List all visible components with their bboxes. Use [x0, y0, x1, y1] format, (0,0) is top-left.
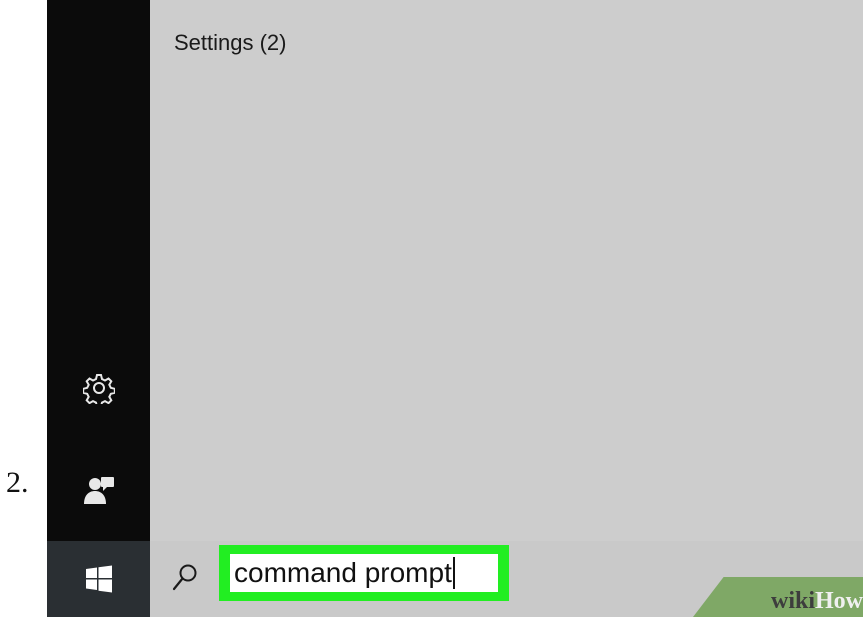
text-caret [452, 557, 455, 589]
search-icon [172, 564, 197, 591]
taskbar-search-box[interactable]: command prompt wikiHow [150, 541, 863, 617]
wikihow-watermark: wikiHow [771, 588, 863, 615]
search-highlight: command prompt [219, 545, 509, 601]
search-input-text: command prompt [234, 557, 452, 588]
account-button[interactable] [47, 460, 150, 520]
settings-button[interactable] [47, 358, 150, 418]
gear-icon [82, 374, 115, 404]
start-button[interactable] [47, 541, 150, 617]
results-group-header: Settings (2) [174, 30, 287, 55]
watermark-how: How [815, 588, 863, 614]
step-number: 2. [6, 466, 29, 499]
search-input[interactable]: command prompt [230, 554, 498, 592]
windows-logo-icon [85, 565, 112, 593]
start-menu: Settings (2) command prompt wikiHow [47, 0, 863, 617]
search-results-panel: Settings (2) [150, 0, 863, 541]
start-menu-rail [47, 0, 150, 541]
taskbar: command prompt wikiHow [47, 541, 863, 617]
watermark-wiki: wiki [770, 588, 815, 614]
user-account-icon [83, 477, 114, 504]
